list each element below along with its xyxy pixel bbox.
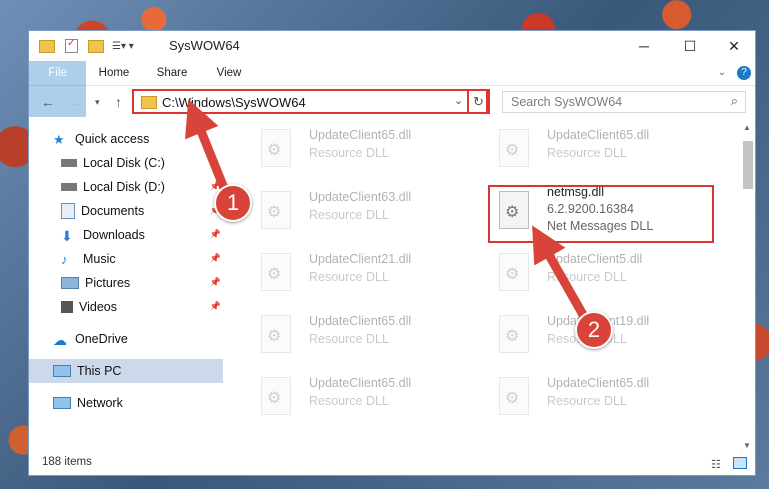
sidebar-item-onedrive[interactable]: ☁ OneDrive: [29, 327, 223, 351]
music-icon: ♪: [61, 252, 68, 267]
sidebar-item-network[interactable]: Network: [29, 391, 223, 415]
drive-icon: [61, 183, 77, 191]
title-bar: ✓ ☰▾ ▾ SysWOW64 ─ ☐ ✕: [29, 31, 755, 61]
window-title: SysWOW64: [169, 38, 240, 53]
dll-file-icon: [261, 253, 291, 291]
address-bar[interactable]: C:\Windows\SysWOW64 ⌄: [132, 89, 488, 114]
help-icon[interactable]: ?: [737, 66, 751, 80]
documents-icon: [61, 203, 75, 219]
pin-icon: 📌: [209, 301, 221, 311]
sidebar-item-music[interactable]: ♪ Music 📌: [29, 247, 223, 271]
dll-file-icon: [261, 129, 291, 167]
dll-file-icon: [499, 129, 529, 167]
quick-access-toolbar: ✓ ☰▾ ▾: [39, 38, 134, 54]
highlight-box: [488, 185, 714, 243]
status-item-count: 188 items: [42, 456, 92, 468]
file-item[interactable]: UpdateClient65.dll Resource DLL: [249, 371, 489, 427]
minimize-button[interactable]: ─: [621, 31, 667, 61]
dll-file-icon: [261, 377, 291, 415]
recent-locations-icon[interactable]: ▾: [95, 97, 100, 108]
pin-icon: 📌: [209, 253, 221, 263]
address-folder-icon: [141, 96, 157, 109]
file-item[interactable]: UpdateClient65.dll Resource DLL: [249, 309, 489, 365]
customize-toolbar-icon[interactable]: ☰▾ ▾: [112, 41, 134, 52]
file-item[interactable]: UpdateClient63.dll Resource DLL: [249, 185, 489, 241]
large-icons-view-icon[interactable]: [733, 457, 747, 469]
ribbon: File Home Share View ⌄ ?: [29, 61, 755, 117]
back-arrow-icon[interactable]: ←: [41, 94, 55, 110]
scroll-down-icon[interactable]: ▼: [743, 441, 751, 450]
file-item[interactable]: UpdateClient65.dll Resource DLL: [487, 123, 727, 179]
address-dropdown-icon[interactable]: ⌄: [454, 94, 463, 107]
forward-arrow-icon[interactable]: →: [69, 94, 83, 110]
download-icon: ⬇: [61, 228, 73, 244]
scrollbar-thumb[interactable]: [743, 141, 753, 189]
pictures-icon: [61, 277, 79, 289]
sidebar-item-this-pc[interactable]: This PC: [29, 359, 223, 383]
navigation-bar: ← → ▾ ↑ C:\Windows\SysWOW64 ⌄ ↻ Search S…: [29, 86, 755, 118]
search-box[interactable]: Search SysWOW64 ⌕: [502, 91, 746, 113]
tab-view[interactable]: View: [209, 61, 249, 85]
expand-ribbon-icon[interactable]: ⌄: [715, 61, 729, 85]
dll-file-icon: [261, 191, 291, 229]
file-item[interactable]: UpdateClient5.dll Resource DLL: [487, 247, 727, 303]
refresh-button[interactable]: ↻: [467, 89, 490, 114]
new-folder-icon[interactable]: [88, 39, 104, 53]
sidebar-item-downloads[interactable]: ⬇ Downloads 📌: [29, 223, 223, 247]
sidebar-item-documents[interactable]: Documents 📌: [29, 199, 223, 223]
file-list: UpdateClient65.dll Resource DLL UpdateCl…: [225, 123, 741, 445]
cloud-icon: ☁: [53, 332, 67, 348]
maximize-button[interactable]: ☐: [667, 31, 713, 61]
details-view-icon[interactable]: ☷: [711, 458, 721, 471]
videos-icon: [61, 301, 73, 313]
search-icon: ⌕: [730, 93, 738, 108]
sidebar-item-pictures[interactable]: Pictures 📌: [29, 271, 223, 295]
close-button[interactable]: ✕: [711, 31, 757, 61]
star-icon: ★: [53, 132, 65, 147]
sidebar-item-local-disk-d[interactable]: Local Disk (D:) 📌: [29, 175, 223, 199]
dll-file-icon: [499, 377, 529, 415]
explorer-window: ✓ ☰▾ ▾ SysWOW64 ─ ☐ ✕ File Home Share Vi…: [28, 30, 756, 476]
file-item[interactable]: UpdateClient65.dll Resource DLL: [487, 371, 727, 427]
dll-file-icon: [499, 315, 529, 353]
network-icon: [53, 397, 71, 409]
folder-icon[interactable]: [39, 39, 55, 53]
address-path: C:\Windows\SysWOW64: [162, 95, 306, 110]
file-item[interactable]: UpdateClient21.dll Resource DLL: [249, 247, 489, 303]
sidebar-item-quick-access[interactable]: ★ Quick access: [29, 127, 223, 151]
search-input[interactable]: Search SysWOW64: [511, 95, 622, 109]
navigation-pane: ★ Quick access Local Disk (C:) Local Dis…: [29, 123, 223, 423]
scroll-up-icon[interactable]: ▲: [743, 123, 751, 132]
drive-icon: [61, 159, 77, 167]
dll-file-icon: [261, 315, 291, 353]
pin-icon: 📌: [209, 277, 221, 287]
pin-icon: 📌: [209, 229, 221, 239]
computer-icon: [53, 365, 71, 377]
step-badge-1: 1: [214, 184, 252, 222]
tab-share[interactable]: Share: [151, 61, 193, 85]
up-arrow-icon[interactable]: ↑: [115, 94, 122, 110]
file-item[interactable]: UpdateClient65.dll Resource DLL: [249, 123, 489, 179]
dll-file-icon: [499, 253, 529, 291]
sidebar-item-local-disk-c[interactable]: Local Disk (C:): [29, 151, 223, 175]
step-badge-2: 2: [575, 311, 613, 349]
properties-icon[interactable]: ✓: [65, 38, 78, 53]
vertical-scrollbar[interactable]: ▲ ▼: [739, 123, 755, 453]
tab-home[interactable]: Home: [94, 61, 134, 85]
sidebar-item-videos[interactable]: Videos 📌: [29, 295, 223, 319]
